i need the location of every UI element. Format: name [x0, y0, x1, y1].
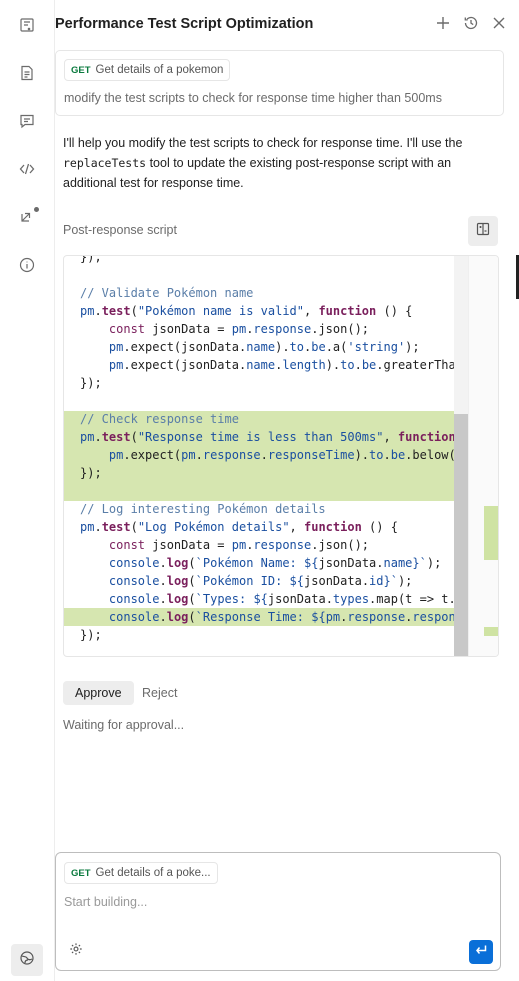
diff-icon — [476, 222, 490, 241]
composer[interactable]: GET Get details of a poke... Start build… — [55, 852, 501, 971]
request-chip[interactable]: GET Get details of a pokemon — [64, 59, 231, 81]
history-button[interactable] — [460, 14, 482, 36]
plus-icon — [436, 16, 450, 35]
code-area[interactable]: }); // Validate Pokémon name pm.test("Po… — [64, 256, 468, 656]
code-line: }); — [80, 256, 102, 264]
reject-button[interactable]: Reject — [142, 681, 177, 705]
status-text: Waiting for approval... — [63, 718, 185, 732]
composer-input[interactable]: Start building... — [64, 895, 147, 909]
scrollbar-thumb[interactable] — [454, 414, 468, 656]
document-icon[interactable] — [16, 62, 38, 84]
code-line: // Check response time — [80, 412, 239, 426]
code-line: }); — [80, 466, 102, 480]
user-message: GET Get details of a pokemon modify the … — [55, 50, 504, 116]
code-line: const jsonData = pm.response.json(); — [108, 322, 370, 336]
code-line-added: console.log(`Response Time: ${pm.respons… — [64, 608, 468, 626]
approve-button[interactable]: Approve — [63, 681, 134, 705]
close-icon — [493, 16, 505, 34]
diff-view-button[interactable] — [468, 216, 498, 246]
history-icon — [463, 15, 479, 36]
agent-icon — [19, 950, 35, 971]
code-line: pm.expect(jsonData.name.length).to.be.gr… — [108, 358, 468, 372]
send-button[interactable] — [469, 940, 493, 964]
code-editor[interactable]: }); // Validate Pokémon name pm.test("Po… — [63, 255, 499, 657]
request-name: Get details of a poke... — [95, 867, 211, 879]
reply-text-1: I'll help you modify the test scripts to… — [63, 136, 463, 150]
code-line: // Validate Pokémon name — [80, 286, 254, 300]
request-name: Get details of a pokemon — [95, 64, 224, 76]
page-title: Performance Test Script Optimization — [55, 16, 314, 32]
code-line: }); — [80, 376, 102, 390]
comment-icon[interactable] — [16, 110, 38, 132]
new-chat-button[interactable] — [432, 14, 454, 36]
notification-dot — [34, 207, 39, 212]
code-line: // Log interesting Pokémon details — [80, 502, 326, 516]
collection-icon[interactable] — [16, 14, 38, 36]
context-request-chip[interactable]: GET Get details of a poke... — [64, 862, 218, 884]
code-line: pm.expect(jsonData.name).to.be.a('string… — [108, 340, 420, 354]
script-label: Post-response script — [63, 223, 177, 237]
code-line: console.log(`Types: ${jsonData.types.map… — [108, 592, 468, 606]
minimap-change-marker — [484, 506, 498, 560]
close-button[interactable] — [488, 14, 510, 36]
code-line: pm.test("Pokémon name is valid", functio… — [80, 304, 413, 318]
agent-mode-button[interactable] — [11, 944, 43, 976]
code-line: pm.expect(pm.response.responseTime).to.b… — [108, 448, 468, 462]
request-method: GET — [71, 64, 91, 76]
left-rail — [0, 0, 55, 981]
code-line: console.log(`Pokémon ID: ${jsonData.id}`… — [108, 574, 413, 588]
assistant-reply: I'll help you modify the test scripts to… — [63, 133, 493, 193]
minimap-change-marker — [484, 627, 498, 636]
user-message-text: modify the test scripts to check for res… — [64, 91, 442, 105]
code-line: pm.test("Response time is less than 500m… — [80, 430, 468, 444]
reply-code: replaceTests — [63, 156, 147, 170]
info-icon[interactable] — [16, 254, 38, 276]
code-line: const jsonData = pm.response.json(); — [108, 538, 370, 552]
send-icon — [474, 943, 488, 962]
code-line: console.log(`Pokémon Name: ${jsonData.na… — [108, 556, 442, 570]
request-method: GET — [71, 867, 91, 879]
gear-icon — [69, 942, 83, 961]
code-line: pm.test("Log Pokémon details", function … — [80, 520, 398, 534]
minimap[interactable] — [468, 256, 498, 656]
settings-button[interactable] — [68, 942, 84, 961]
code-line: }); — [80, 628, 102, 642]
code-icon[interactable] — [16, 158, 38, 180]
